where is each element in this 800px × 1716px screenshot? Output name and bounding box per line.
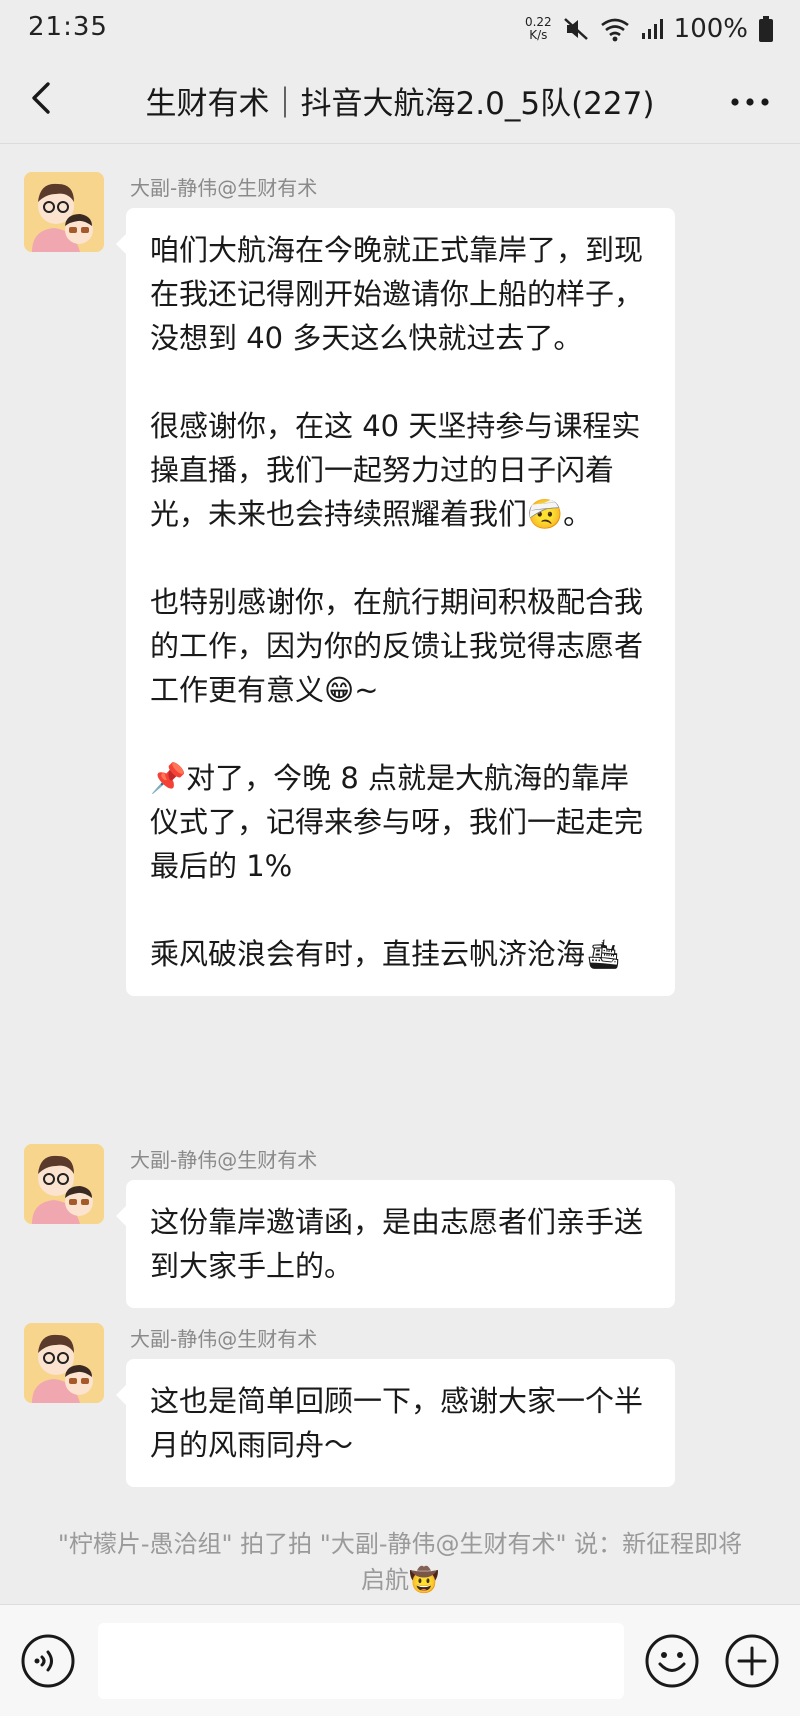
avatar[interactable] [24,1323,104,1403]
network-speed-unit: K/s [529,28,548,42]
message-paragraph: 咱们大航海在今晚就正式靠岸了，到现在我还记得刚开始邀请你上船的样子，没想到 40… [150,233,644,355]
battery-icon [758,15,774,43]
voice-button[interactable] [20,1633,76,1689]
status-time: 21:35 [28,12,108,42]
back-button[interactable] [18,76,66,124]
avatar[interactable] [24,1144,104,1224]
status-bar: 21:35 0.22 K/s 100% [0,0,800,58]
sender-name: 大副-静伟@生财有术 [130,1327,318,1351]
plus-circle-icon [724,1634,780,1693]
message-paragraph: 也特别感谢你，在航行期间积极配合我的工作，因为你的反馈让我觉得志愿者工作更有意义… [150,585,644,707]
signal-icon [640,17,664,41]
more-button[interactable] [722,80,778,122]
chevron-left-icon [28,80,56,120]
chat-screen: 21:35 0.22 K/s 100% 生财有术｜抖音大航海2.0_5队(227… [0,0,800,1716]
message-bubble[interactable]: 这也是简单回顾一下，感谢大家一个半月的风雨同舟～ [116,1359,675,1487]
mute-icon [562,15,590,43]
message-bubble[interactable]: 这份靠岸邀请函，是由志愿者们亲手送到大家手上的。 [116,1180,675,1308]
battery-percent: 100% [673,14,748,44]
sender-name: 大副-静伟@生财有术 [130,1148,318,1172]
wifi-icon [600,15,630,43]
message-input[interactable] [98,1623,624,1699]
system-note: "柠檬片-愚洽组" 拍了拍 "大副-静伟@生财有术" 说：新征程即将启航🤠 [57,1530,743,1594]
plus-button[interactable] [724,1633,780,1689]
input-bar [0,1604,800,1716]
emoji-button[interactable] [644,1633,700,1689]
message-text: 这份靠岸邀请函，是由志愿者们亲手送到大家手上的。 [150,1205,644,1283]
message-text: 这也是简单回顾一下，感谢大家一个半月的风雨同舟～ [150,1384,644,1462]
chat-title: 生财有术｜抖音大航海2.0_5队(227) [145,86,655,122]
nav-bar: 生财有术｜抖音大航海2.0_5队(227) [0,58,800,144]
message-paragraph: 📌对了，今晚 8 点就是大航海的靠岸仪式了，记得来参与呀，我们一起走完最后的 1… [150,761,644,883]
avatar[interactable] [24,172,104,252]
status-icons: 0.22 K/s 100% [525,12,774,46]
sender-name: 大副-静伟@生财有术 [130,176,318,200]
smiley-icon [644,1634,700,1693]
network-speed: 0.22 K/s [525,16,552,42]
message-bubble[interactable]: 咱们大航海在今晚就正式靠岸了，到现在我还记得刚开始邀请你上船的样子，没想到 40… [116,208,675,996]
voice-icon [20,1634,76,1693]
message-paragraph: 很感谢你，在这 40 天坚持参与课程实操直播，我们一起努力过的日子闪着光，未来也… [150,409,641,531]
more-horizontal-icon [730,92,770,111]
message-paragraph: 乘风破浪会有时，直挂云帆济沧海🛳 [150,937,622,971]
